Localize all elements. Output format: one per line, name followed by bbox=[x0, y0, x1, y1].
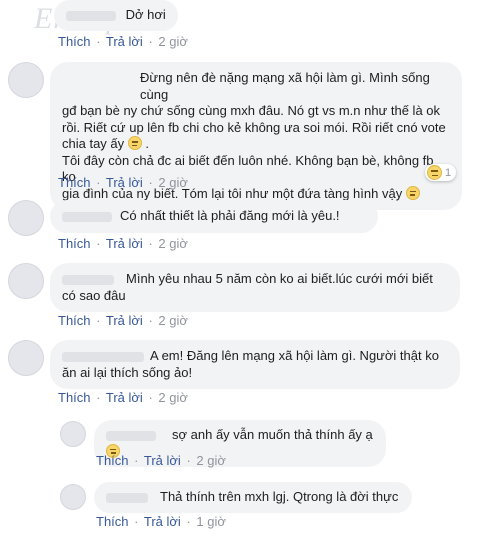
neutral-face-emoji bbox=[127, 136, 142, 150]
separator: · bbox=[134, 453, 139, 468]
separator: · bbox=[96, 175, 101, 190]
separator: · bbox=[148, 175, 153, 190]
comment-bubble: Có nhất thiết là phải đăng mới là yêu.! bbox=[50, 200, 378, 233]
comment-actions: Thích · Trả lời · 2 giờ bbox=[58, 175, 188, 190]
comment-line: Mình yêu nhau 5 năm còn ko ai biết.lúc c… bbox=[126, 271, 433, 286]
separator: · bbox=[148, 34, 153, 49]
comment-line: có sao đâu bbox=[62, 287, 126, 303]
comment-text: Thả thính trên mxh lgj. Qtrong là đời th… bbox=[160, 489, 399, 504]
comment-text: Có nhất thiết là phải đăng mới là yêu.! bbox=[120, 208, 340, 223]
separator: · bbox=[96, 313, 101, 328]
like-link[interactable]: Thích bbox=[96, 453, 129, 468]
comment-text: Dở hơi bbox=[125, 7, 166, 22]
reply-link[interactable]: Trả lời bbox=[144, 514, 181, 529]
avatar[interactable] bbox=[8, 263, 44, 299]
reply-link[interactable]: Trả lời bbox=[144, 453, 181, 468]
comment-line: rồi. Riết cứ up lên fb chi cho kẻ không … bbox=[62, 119, 446, 135]
like-link[interactable]: Thích bbox=[58, 313, 91, 328]
commenter-name[interactable] bbox=[62, 211, 112, 222]
commenter-name[interactable] bbox=[106, 492, 148, 503]
comment-bubble: Thả thính trên mxh lgj. Qtrong là đời th… bbox=[94, 482, 412, 513]
separator: · bbox=[148, 236, 153, 251]
comment-actions: Thích · Trả lời · 2 giờ bbox=[58, 236, 188, 251]
avatar[interactable] bbox=[8, 62, 44, 98]
comment-actions: Thích · Trả lời · 2 giờ bbox=[58, 390, 188, 405]
commenter-name[interactable] bbox=[62, 351, 144, 362]
comment-text: sợ anh ấy vẫn muốn thả thính ấy ạ bbox=[172, 427, 373, 442]
avatar[interactable] bbox=[8, 200, 44, 236]
comment-time[interactable]: 2 giờ bbox=[158, 313, 188, 328]
reply-link[interactable]: Trả lời bbox=[106, 175, 143, 190]
comment-line: Đừng nên đè nặng mạng xã hội làm gì. Mìn… bbox=[140, 70, 430, 102]
avatar[interactable] bbox=[60, 421, 86, 447]
separator: · bbox=[96, 390, 101, 405]
commenter-name[interactable] bbox=[66, 10, 116, 21]
like-link[interactable]: Thích bbox=[58, 236, 91, 251]
separator: · bbox=[96, 34, 101, 49]
comment-bubble: Mình yêu nhau 5 năm còn ko ai biết.lúc c… bbox=[50, 263, 460, 312]
like-link[interactable]: Thích bbox=[58, 175, 91, 190]
like-link[interactable]: Thích bbox=[96, 514, 129, 529]
separator: · bbox=[186, 453, 191, 468]
commenter-name[interactable] bbox=[62, 274, 114, 285]
comment-line: A em! Đăng lên mạng xã hội làm gì. Người… bbox=[150, 348, 439, 363]
comment-time[interactable]: 2 giờ bbox=[158, 34, 188, 49]
reaction-count: 1 bbox=[445, 166, 452, 179]
separator: · bbox=[148, 390, 153, 405]
commenter-name[interactable] bbox=[106, 430, 156, 441]
comment-actions: Thích · Trả lời · 2 giờ bbox=[96, 453, 226, 468]
reply-link[interactable]: Trả lời bbox=[106, 34, 143, 49]
comment-time[interactable]: 1 giờ bbox=[196, 514, 226, 529]
reaction-badge[interactable]: 1 bbox=[425, 164, 457, 181]
sad-face-icon bbox=[427, 165, 442, 180]
comment-line: chia tay ấy bbox=[62, 136, 125, 151]
reply-link[interactable]: Trả lời bbox=[106, 390, 143, 405]
separator: · bbox=[148, 313, 153, 328]
comment-time[interactable]: 2 giờ bbox=[158, 175, 188, 190]
comment-bubble: Dở hơi bbox=[54, 0, 178, 31]
comment-actions: Thích · Trả lời · 2 giờ bbox=[58, 34, 188, 49]
comment-actions: Thích · Trả lời · 1 giờ bbox=[96, 514, 226, 529]
comment-time[interactable]: 2 giờ bbox=[196, 453, 226, 468]
avatar[interactable] bbox=[8, 340, 44, 376]
comment-line: ăn ai lại thích sống ảo! bbox=[62, 364, 193, 380]
comment-time[interactable]: 2 giờ bbox=[158, 236, 188, 251]
separator: · bbox=[186, 514, 191, 529]
comment-time[interactable]: 2 giờ bbox=[158, 390, 188, 405]
like-link[interactable]: Thích bbox=[58, 34, 91, 49]
like-link[interactable]: Thích bbox=[58, 390, 91, 405]
comment-actions: Thích · Trả lời · 2 giờ bbox=[58, 313, 188, 328]
reply-link[interactable]: Trả lời bbox=[106, 236, 143, 251]
separator: · bbox=[96, 236, 101, 251]
comment-bubble: A em! Đăng lên mạng xã hội làm gì. Người… bbox=[50, 340, 460, 389]
reply-link[interactable]: Trả lời bbox=[106, 313, 143, 328]
separator: · bbox=[134, 514, 139, 529]
comment-line: gđ bạn bè ny chứ sống cùng mxh đâu. Nó g… bbox=[62, 103, 441, 118]
neutral-face-emoji bbox=[405, 185, 420, 200]
avatar[interactable] bbox=[60, 484, 86, 510]
